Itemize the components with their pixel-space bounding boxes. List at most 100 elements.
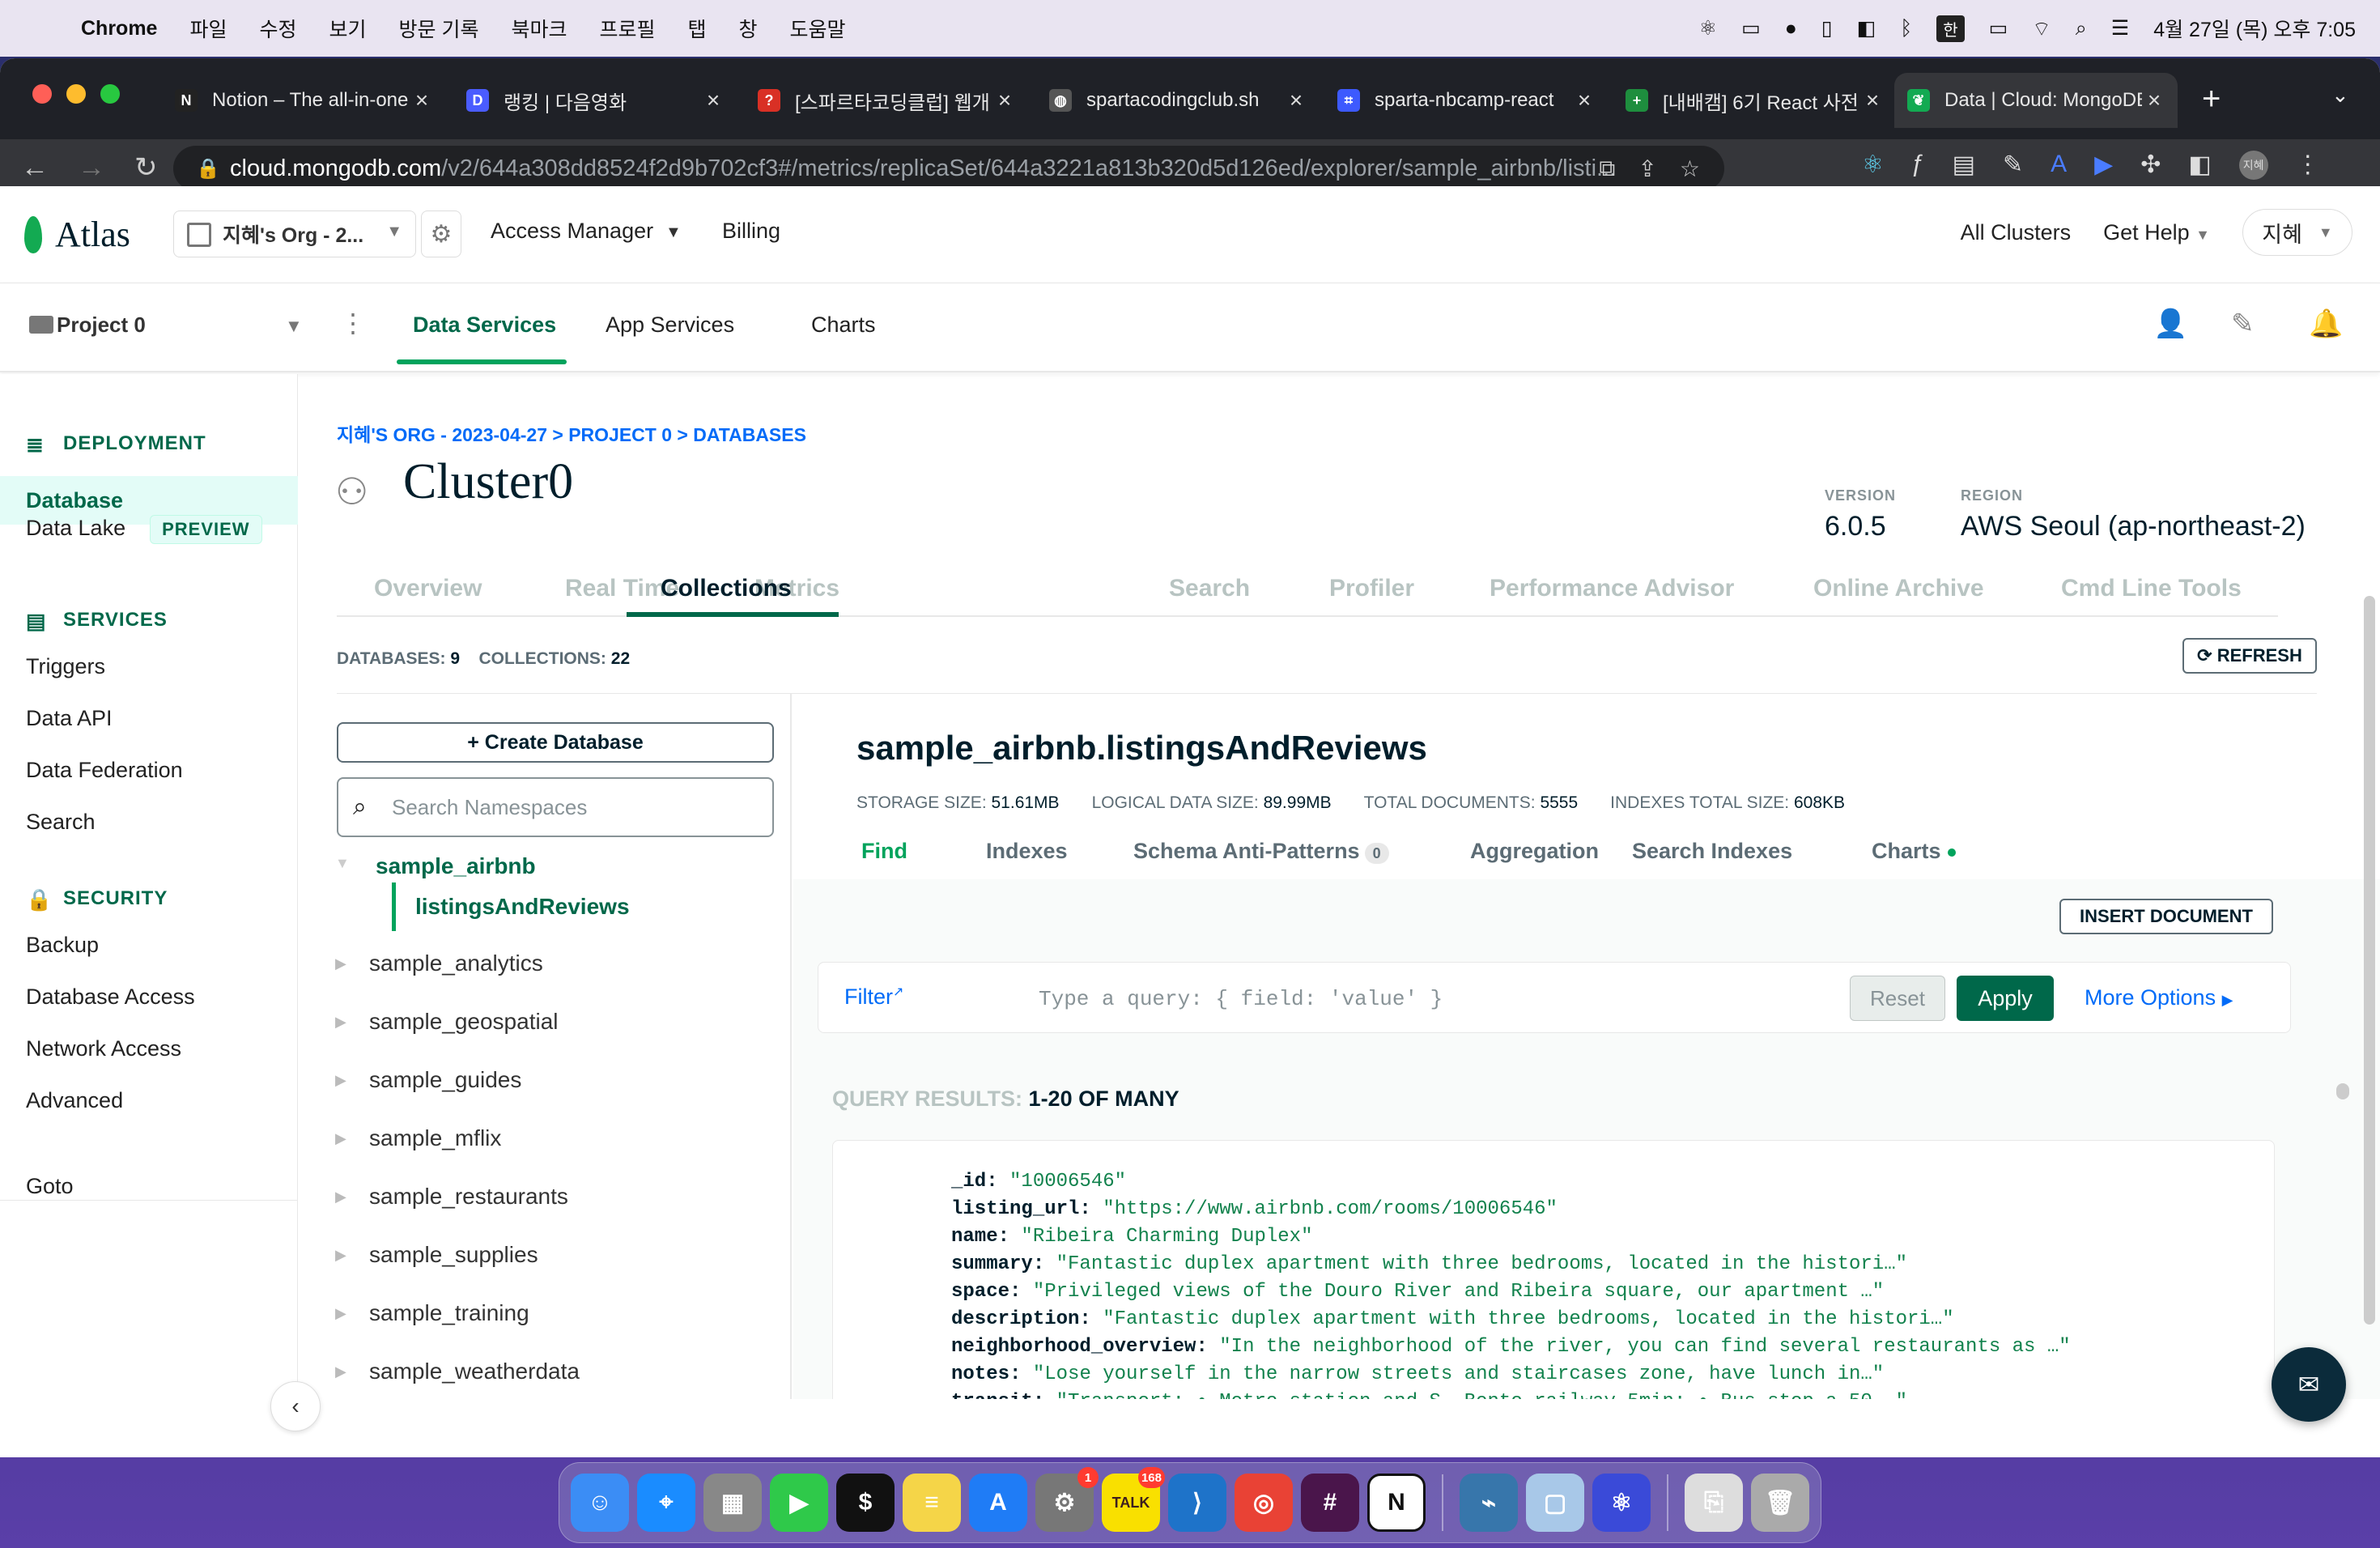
org-selector[interactable]: 지혜's Org - 2... ▼ <box>173 211 416 257</box>
notifications-bell-icon[interactable]: 🔔 <box>2309 308 2343 340</box>
close-tab-icon[interactable]: × <box>701 87 725 113</box>
expand-caret-icon[interactable]: ▶ <box>335 1072 346 1089</box>
db-item[interactable]: sample_weatherdata <box>369 1359 580 1384</box>
browser-tab[interactable]: ? [스파르타코딩클럽] 웹개 × <box>745 73 1028 128</box>
tab-collections[interactable]: Collections <box>661 575 792 602</box>
chrome-icon[interactable]: ◎ <box>1235 1474 1293 1532</box>
cursor-extension-icon[interactable]: ▶ <box>2094 151 2113 180</box>
tab-indexes[interactable]: Indexes <box>986 839 1068 864</box>
sidebar-item-data-federation[interactable]: Data Federation <box>26 758 183 783</box>
db-item[interactable]: sample_supplies <box>369 1242 538 1268</box>
zoom-window-button[interactable] <box>100 84 120 104</box>
chevron-down-icon[interactable]: ▼ <box>285 316 303 337</box>
tab-overview[interactable]: Overview <box>374 575 482 602</box>
tab-charts[interactable]: Charts <box>811 313 876 338</box>
sidebar-status-icon[interactable]: ◧ <box>1857 16 1876 40</box>
menu-bookmarks[interactable]: 북마크 <box>511 14 567 43</box>
notes-icon[interactable]: ≡ <box>903 1474 961 1532</box>
billing-link[interactable]: Billing <box>722 219 780 244</box>
invite-user-icon[interactable]: 👤 <box>2153 308 2187 340</box>
close-tab-icon[interactable]: × <box>410 87 434 113</box>
activity-feed-icon[interactable]: ✎ <box>2231 308 2255 340</box>
access-manager-link[interactable]: Access Manager <box>491 219 653 244</box>
namespace-search-input[interactable]: ⌕ Search Namespaces <box>337 777 774 837</box>
formula-extension-icon[interactable]: ƒ <box>1911 151 1925 180</box>
menu-edit[interactable]: 수정 <box>259 14 296 43</box>
trash-icon[interactable]: 🗑 <box>1751 1474 1809 1532</box>
reset-button[interactable]: Reset <box>1850 976 1945 1021</box>
translate-extension-icon[interactable]: A <box>2051 151 2067 180</box>
page-scrollbar[interactable] <box>2364 596 2375 1325</box>
browser-tab[interactable]: D 랭킹 | 다음영화 × <box>453 73 737 128</box>
clipboard-icon[interactable]: ▯ <box>1821 16 1833 40</box>
all-clusters-link[interactable]: All Clusters <box>1961 220 2072 245</box>
browser-tab[interactable]: + [내배캠] 6기 React 사전 × <box>1613 73 1896 128</box>
sidebar-item-data-lake[interactable]: Data Lake PREVIEW <box>26 515 262 544</box>
sidebar-item-search[interactable]: Search <box>26 810 96 835</box>
tab-performance-advisor[interactable]: Performance Advisor <box>1490 575 1734 602</box>
terminal-icon[interactable]: $ <box>836 1474 895 1532</box>
sidebar-item-database-access[interactable]: Database Access <box>26 985 195 1010</box>
document-card[interactable]: _id: "10006546" listing_url: "https://www… <box>832 1140 2275 1399</box>
menu-file[interactable]: 파일 <box>189 14 227 43</box>
menu-tab[interactable]: 탭 <box>688 14 707 43</box>
vscode-icon[interactable]: ⟩ <box>1168 1474 1226 1532</box>
expanded-caret-icon[interactable]: ▼ <box>335 855 350 872</box>
close-tab-icon[interactable]: × <box>1572 87 1596 113</box>
finder-icon[interactable]: ☺ <box>571 1474 629 1532</box>
tab-charts-collection[interactable]: Charts <box>1872 839 1956 864</box>
support-chat-button[interactable]: ✉ <box>2272 1347 2346 1422</box>
battery-icon[interactable]: ▭ <box>1989 16 2008 40</box>
sidebar-item-backup[interactable]: Backup <box>26 933 99 958</box>
side-panel-icon[interactable]: ◧ <box>2188 151 2211 180</box>
slack-icon[interactable]: # <box>1301 1474 1359 1532</box>
close-tab-icon[interactable]: × <box>1860 87 1885 113</box>
db-item[interactable]: sample_restaurants <box>369 1184 568 1210</box>
tab-profiler[interactable]: Profiler <box>1329 575 1414 602</box>
user-menu[interactable]: 지혜 ▼ <box>2242 209 2352 256</box>
close-tab-icon[interactable]: × <box>2142 87 2166 113</box>
puzzle-icon[interactable]: ✣ <box>2140 151 2161 180</box>
bluetooth-icon[interactable]: ᛒ <box>1900 17 1912 40</box>
close-tab-icon[interactable]: × <box>992 87 1017 113</box>
browser-tab[interactable]: ❦ Data | Cloud: MongoDB × <box>1894 73 2178 128</box>
notion-icon[interactable]: N <box>1367 1474 1426 1532</box>
share-icon[interactable]: ⇪ <box>1638 155 1656 182</box>
sidebar-item-data-api[interactable]: Data API <box>26 706 113 731</box>
insert-document-button[interactable]: INSERT DOCUMENT <box>2059 899 2273 934</box>
kakaotalk-icon[interactable]: TALK 168 <box>1102 1467 1165 1532</box>
results-scrollbar[interactable] <box>2336 1083 2349 1099</box>
new-tab-button[interactable]: + <box>2202 81 2221 117</box>
tab-search-chevron-icon[interactable]: ⌄ <box>2331 83 2349 108</box>
tab-app-services[interactable]: App Services <box>606 313 734 338</box>
menubar-clock[interactable]: 4월 27일 (목) 오후 7:05 <box>2153 14 2356 43</box>
apply-button[interactable]: Apply <box>1957 976 2054 1021</box>
downloads-icon[interactable]: ⎘ <box>1685 1474 1743 1532</box>
menu-view[interactable]: 보기 <box>329 14 367 43</box>
python-icon[interactable]: ⌁ <box>1460 1474 1518 1532</box>
control-center-icon[interactable]: ☰ <box>2111 16 2129 40</box>
chat-status-icon[interactable]: ● <box>1785 17 1797 40</box>
atlas-logo[interactable]: Atlas <box>24 214 130 255</box>
db-item[interactable]: sample_mflix <box>369 1125 501 1151</box>
translate-icon[interactable]: ⧉ <box>1599 155 1615 182</box>
expand-caret-icon[interactable]: ▶ <box>335 1014 346 1031</box>
project-selector[interactable]: Project 0 <box>57 313 146 338</box>
browser-tab[interactable]: ⌗ sparta-nbcamp-react × <box>1324 73 1608 128</box>
spotlight-search-icon[interactable]: ⌕ <box>2076 17 2087 40</box>
menu-window[interactable]: 창 <box>739 14 758 43</box>
filter-docs-link[interactable]: Filter↗ <box>844 984 903 1010</box>
preview-icon[interactable]: ▢ <box>1526 1474 1584 1532</box>
input-source-indicator[interactable]: 한 <box>1936 15 1965 42</box>
refresh-button[interactable]: ⟳ REFRESH <box>2182 638 2317 674</box>
org-settings-gear-icon[interactable]: ⚙ <box>421 211 461 257</box>
settings-icon[interactable]: ⚙ 1 <box>1035 1467 1099 1532</box>
project-kebab-icon[interactable]: ⋮ <box>340 308 366 338</box>
tab-online-archive[interactable]: Online Archive <box>1813 575 1984 602</box>
get-help-menu[interactable]: Get Help ▼ <box>2103 220 2210 245</box>
safari-icon[interactable]: ⌖ <box>637 1474 695 1532</box>
back-icon[interactable]: ← <box>21 152 57 184</box>
breadcrumb[interactable]: 지혜'S ORG - 2023-04-27 > PROJECT 0 > DATA… <box>337 419 806 447</box>
sidebar-item-triggers[interactable]: Triggers <box>26 654 105 679</box>
query-input[interactable]: Type a query: { field: 'value' } <box>1039 987 1443 1011</box>
